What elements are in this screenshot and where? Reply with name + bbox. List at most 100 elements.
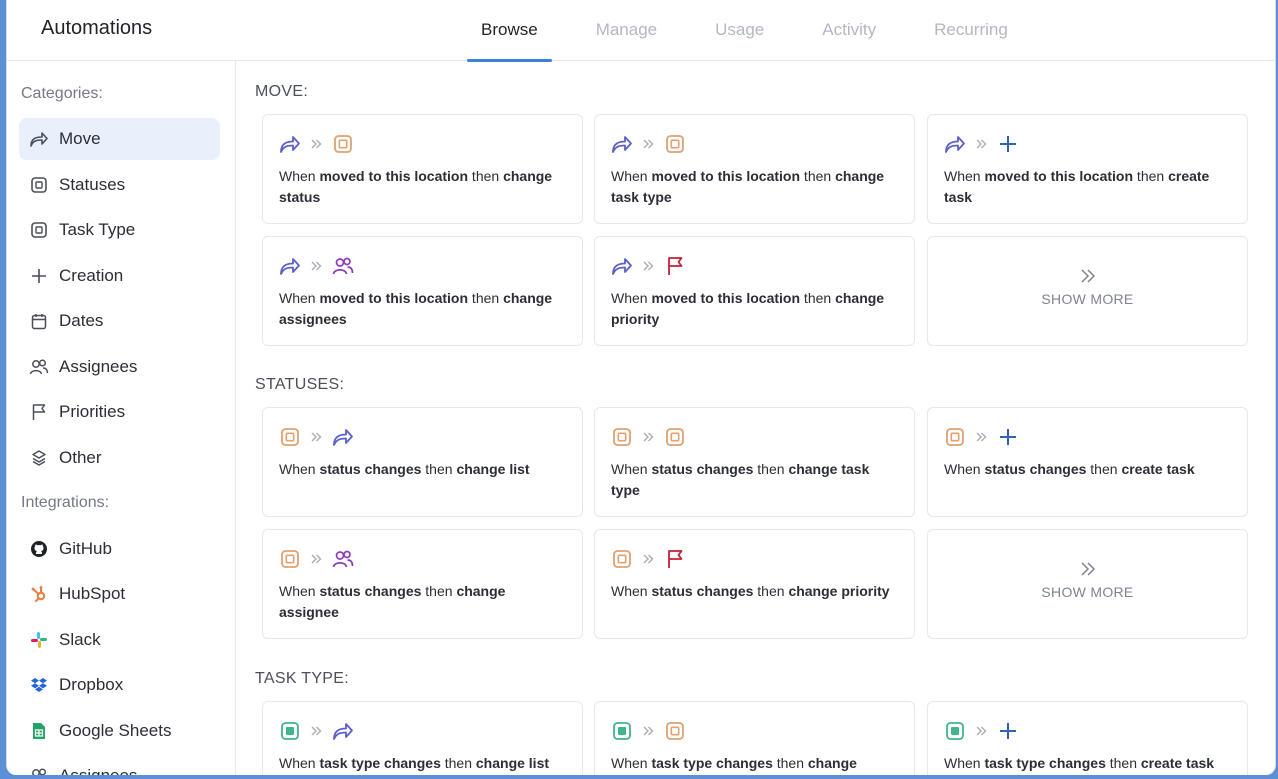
dropbox-icon bbox=[29, 675, 49, 695]
card-icons bbox=[611, 255, 686, 277]
card-description: When status changes then change priority bbox=[611, 581, 900, 602]
trigger-text: status changes bbox=[651, 583, 754, 599]
chevron-double-right-icon bbox=[1079, 560, 1097, 578]
when-text: When bbox=[944, 168, 985, 184]
when-text: When bbox=[611, 290, 652, 306]
then-text: then bbox=[421, 583, 457, 599]
automation-card[interactable]: When status changes then change priority bbox=[594, 529, 915, 639]
tab-usage[interactable]: Usage bbox=[701, 0, 778, 61]
sidebar-item-label: GitHub bbox=[59, 539, 112, 558]
sidebar-item-label: Dates bbox=[59, 311, 104, 330]
tab-recurring[interactable]: Recurring bbox=[920, 0, 1022, 61]
automation-card[interactable]: When moved to this location then change … bbox=[594, 236, 915, 346]
sidebar-item-dates[interactable]: Dates bbox=[19, 300, 220, 342]
when-text: When bbox=[279, 290, 320, 306]
trigger-text: moved to this location bbox=[984, 168, 1134, 184]
automation-card[interactable]: When moved to this location then create … bbox=[927, 114, 1248, 224]
card-icons bbox=[279, 720, 354, 742]
chevron-double-right-icon bbox=[975, 431, 987, 443]
tab-activity[interactable]: Activity bbox=[808, 0, 890, 61]
automation-card[interactable]: When task type changes then change bbox=[594, 701, 915, 775]
then-text: then bbox=[1105, 755, 1141, 771]
task-type-icon bbox=[279, 720, 301, 742]
sidebar-item-other[interactable]: Other bbox=[19, 437, 220, 479]
automation-card[interactable]: When task type changes then create task bbox=[927, 701, 1248, 775]
plus-icon bbox=[29, 266, 49, 286]
sidebar-item-statuses[interactable]: Statuses bbox=[19, 164, 220, 206]
card-description: When moved to this location then change … bbox=[279, 166, 568, 208]
automations-browser: MOVE: When moved to this location then ch… bbox=[237, 61, 1275, 775]
then-text: then bbox=[440, 755, 476, 771]
sidebar-item-hubspot[interactable]: HubSpot bbox=[19, 573, 220, 615]
trigger-text: moved to this location bbox=[319, 168, 469, 184]
automation-card[interactable]: When status changes then change task typ… bbox=[594, 407, 915, 517]
sidebar-item-assignees[interactable]: Assignees bbox=[19, 346, 220, 388]
sidebar-item-google-sheets[interactable]: Google Sheets bbox=[19, 710, 220, 752]
sidebar-item-github[interactable]: GitHub bbox=[19, 528, 220, 570]
when-text: When bbox=[944, 755, 985, 771]
chevron-double-right-icon bbox=[642, 260, 654, 272]
sidebar-item-label: Slack bbox=[59, 630, 101, 649]
show-more-card[interactable]: SHOW MORE bbox=[927, 236, 1248, 346]
sidebar-item-assignees-integration[interactable]: Assignees bbox=[19, 755, 220, 775]
tab-manage[interactable]: Manage bbox=[582, 0, 671, 61]
github-icon bbox=[29, 539, 49, 559]
move-arrow-icon bbox=[279, 133, 301, 155]
card-description: When task type changes then change list bbox=[279, 753, 568, 774]
status-icon bbox=[611, 548, 633, 570]
action-text: create task bbox=[1140, 755, 1215, 771]
then-text: then bbox=[1133, 168, 1169, 184]
trigger-text: moved to this location bbox=[651, 290, 801, 306]
chevron-double-right-icon bbox=[310, 138, 322, 150]
when-text: When bbox=[944, 461, 985, 477]
flag-icon bbox=[664, 548, 686, 570]
automation-card[interactable]: When moved to this location then change … bbox=[594, 114, 915, 224]
show-more-label: SHOW MORE bbox=[1041, 584, 1134, 600]
sidebar-item-label: Task Type bbox=[59, 220, 136, 239]
sidebar-item-task-type[interactable]: Task Type bbox=[19, 209, 220, 251]
trigger-text: task type changes bbox=[651, 755, 773, 771]
then-text: then bbox=[421, 461, 457, 477]
move-arrow-icon bbox=[279, 255, 301, 277]
card-icons bbox=[611, 720, 686, 742]
card-description: When status changes then change task typ… bbox=[611, 459, 900, 501]
automation-card[interactable]: When moved to this location then change … bbox=[262, 236, 583, 346]
sidebar-item-slack[interactable]: Slack bbox=[19, 619, 220, 661]
trigger-text: status changes bbox=[651, 461, 754, 477]
status-icon bbox=[664, 426, 686, 448]
automations-window: Automations Browse Manage Usage Activity… bbox=[6, 0, 1276, 775]
sidebar-item-label: Dropbox bbox=[59, 675, 124, 694]
action-text: change list bbox=[475, 755, 550, 771]
sidebar-item-label: Priorities bbox=[59, 402, 126, 421]
status-square-icon bbox=[29, 175, 49, 195]
chevron-double-right-icon bbox=[1079, 267, 1097, 285]
automation-card[interactable]: When moved to this location then change … bbox=[262, 114, 583, 224]
plus-icon bbox=[997, 720, 1019, 742]
chevron-double-right-icon bbox=[975, 725, 987, 737]
task-type-icon bbox=[944, 720, 966, 742]
sidebar-item-dropbox[interactable]: Dropbox bbox=[19, 664, 220, 706]
when-text: When bbox=[611, 461, 652, 477]
sidebar-item-label: Other bbox=[59, 448, 102, 467]
sidebar-item-priorities[interactable]: Priorities bbox=[19, 391, 220, 433]
automation-card[interactable]: When task type changes then change list bbox=[262, 701, 583, 775]
plus-icon bbox=[997, 426, 1019, 448]
hubspot-icon bbox=[29, 584, 49, 604]
card-description: When moved to this location then create … bbox=[944, 166, 1233, 208]
then-text: then bbox=[1086, 461, 1122, 477]
show-more-card[interactable]: SHOW MORE bbox=[927, 529, 1248, 639]
sidebar-item-creation[interactable]: Creation bbox=[19, 255, 220, 297]
sidebar-item-label: HubSpot bbox=[59, 584, 126, 603]
show-more-label: SHOW MORE bbox=[1041, 291, 1134, 307]
sidebar-item-move[interactable]: Move bbox=[19, 118, 220, 160]
card-icons bbox=[944, 720, 1019, 742]
automation-card[interactable]: When status changes then change assignee bbox=[262, 529, 583, 639]
card-description: When status changes then create task bbox=[944, 459, 1233, 480]
automation-card[interactable]: When status changes then change list bbox=[262, 407, 583, 517]
tab-browse[interactable]: Browse bbox=[467, 0, 552, 62]
move-arrow-icon bbox=[944, 133, 966, 155]
card-icons bbox=[611, 548, 686, 570]
status-icon bbox=[611, 426, 633, 448]
automation-card[interactable]: When status changes then create task bbox=[927, 407, 1248, 517]
trigger-text: status changes bbox=[319, 583, 422, 599]
